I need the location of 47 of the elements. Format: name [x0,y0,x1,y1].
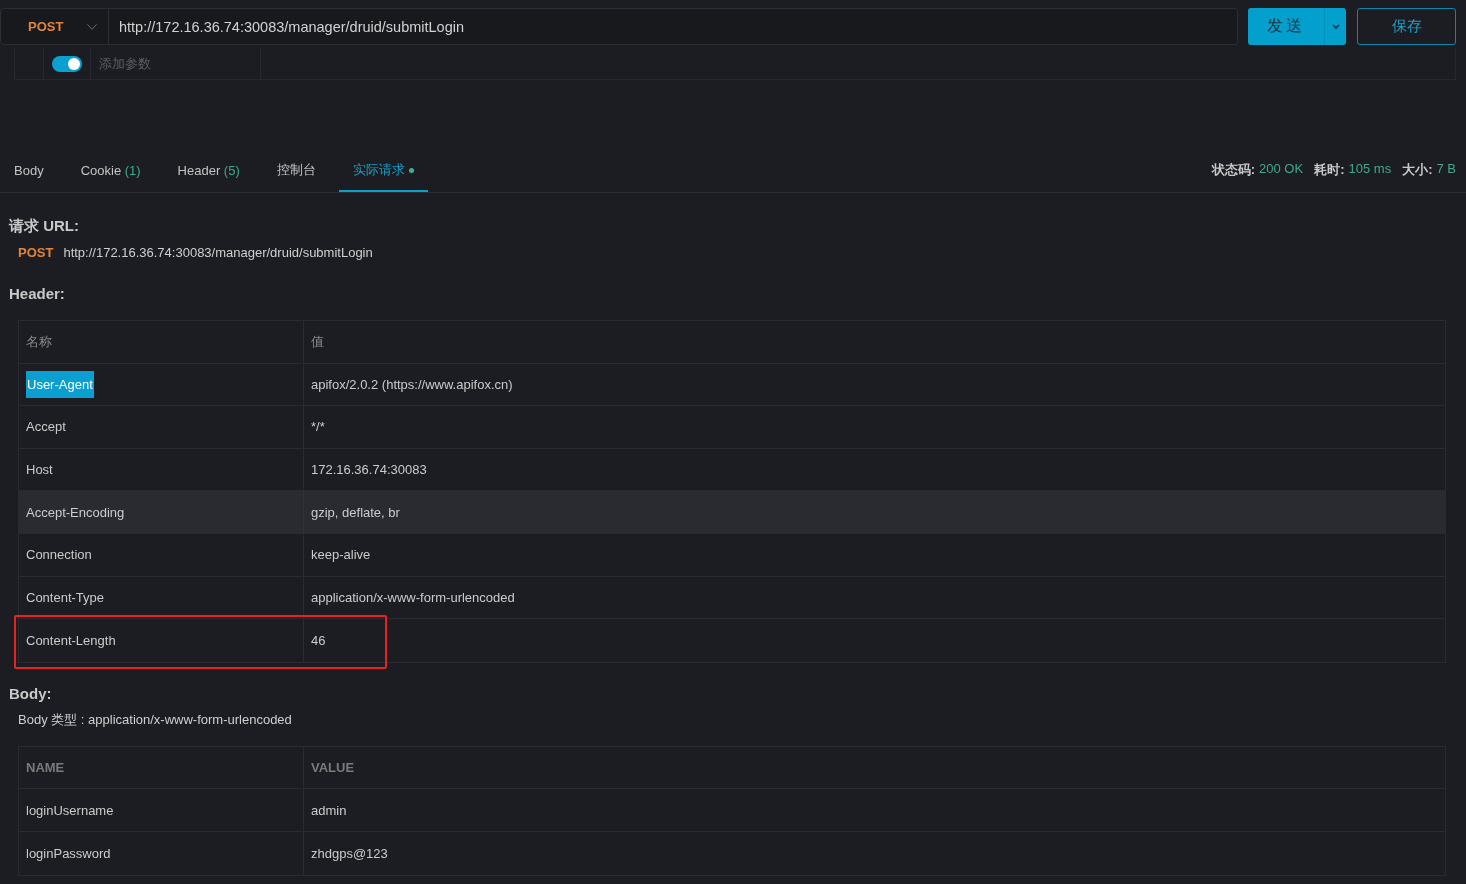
tab[interactable]: Body [0,148,58,192]
status-value: 7 B [1436,161,1456,178]
tab[interactable]: Header (5) [163,148,254,192]
chevron-down-icon [87,23,97,30]
section-title: 请求 URL: [9,216,80,236]
header-value: */* [311,418,325,437]
status-label: 状态码: [1211,161,1256,179]
toggle-switch[interactable] [52,55,82,72]
body-type-text: Body 类型 : application/x-www-form-urlencoded [17,710,293,729]
tab[interactable]: 实际请求 [338,148,428,192]
header-name: Content-Length [26,631,116,650]
caret-down-icon [1331,24,1340,29]
status-value: 200 OK [1259,161,1304,178]
column-header: VALUE [311,760,355,776]
url-field[interactable]: http://172.16.36.74:30083/manager/druid/submitLogin [109,8,1238,45]
status-label: 大小: [1402,161,1433,179]
param-name: loginUsername [26,801,114,820]
header-name: Host [26,461,53,480]
method-label: POST [18,244,54,262]
param-name-field[interactable]: 添加参数 [91,48,260,79]
save-button[interactable]: 保存 [1357,8,1456,45]
status-label: 耗时: [1314,161,1345,179]
header-name: Connection [26,546,92,565]
header-name: Accept [26,418,66,437]
param-value: admin [311,801,347,820]
method-select[interactable]: POST [0,8,109,45]
send-button[interactable]: 发送 [1248,8,1324,45]
tab[interactable]: 控制台 [262,148,330,192]
header-name: Accept-Encoding [26,503,125,522]
column-header: 名称 [26,332,52,351]
column-header: NAME [26,760,65,776]
tab[interactable]: Cookie (1) [66,148,155,192]
param-value: zhdgps@123 [311,844,388,863]
header-name: Content-Type [26,588,105,607]
param-name: loginPassword [26,844,111,863]
header-value: keep-alive [311,546,371,565]
header-value: apifox/2.0.2 (https://www.apifox.cn) [311,375,513,394]
section-title: Header: [9,284,66,304]
section-title: Body: [9,683,53,704]
header-value: 46 [311,631,326,650]
header-value: 172.16.36.74:30083 [311,461,427,480]
header-name: User-Agent [26,370,94,398]
header-value: gzip, deflate, br [311,503,400,522]
column-header: 值 [311,332,324,351]
status-value: 105 ms [1348,161,1392,178]
header-value: application/x-www-form-urlencoded [311,588,515,607]
request-url: http://172.16.36.74:30083/manager/druid/submitLogin [63,244,373,262]
